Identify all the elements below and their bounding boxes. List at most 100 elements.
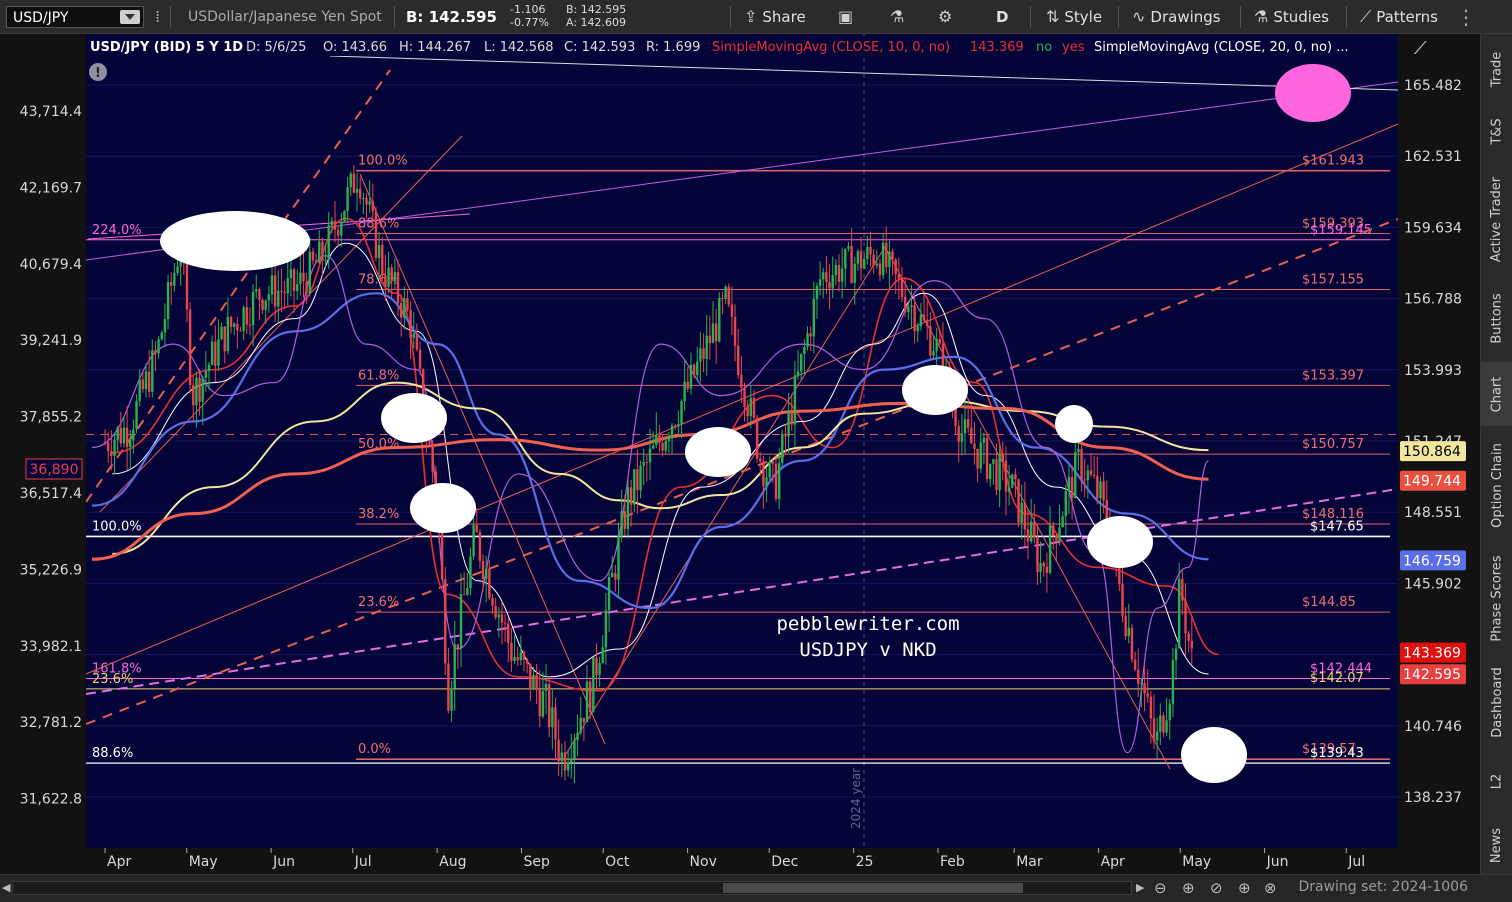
candle-body [1149,696,1153,719]
candle-body [1184,600,1187,634]
candle-body [450,688,453,711]
sidebar-tab-dashboard[interactable]: Dashboard [1481,656,1512,748]
studies-button[interactable]: ⚗ Studies [1254,0,1329,34]
level-price-label: $139.43 [1310,746,1364,761]
zoom-out-icon[interactable]: ⊖ [1154,879,1167,897]
x-axis-tick: May [189,854,218,870]
sidebar-tab-buttons[interactable]: Buttons [1481,278,1512,358]
link-icon[interactable]: ⁞ [155,0,160,34]
more-icon[interactable]: ⋮ [1456,0,1476,34]
style-button[interactable]: ⇅ Style [1046,0,1102,34]
info-icon-glyph: ! [95,66,101,81]
studies-lab-button[interactable]: ⚗ [890,0,909,34]
candle-body [302,272,305,282]
left-axis-tick: 33,982.1 [20,639,82,655]
candle-body [658,435,661,443]
sidebar-tab-active-trader[interactable]: Active Trader [1481,164,1512,274]
candle-body [985,437,989,479]
candle-body [743,387,746,408]
candle-body [116,427,119,440]
zoom-in-icon[interactable]: ⊕ [1182,879,1195,897]
candle-body [787,411,790,437]
candle-body [381,245,384,276]
candle-body [507,623,510,643]
fib-level-label: 0.0% [358,742,391,757]
candle-body [793,375,797,425]
x-axis-tick: Feb [940,854,965,870]
candle-body [491,597,494,606]
price-chart[interactable]: 100.0% $161.94388.6% $159.39378.6% $157.155… [0,34,1480,874]
candle-body [412,333,415,338]
candle-body [781,433,784,463]
candle-body [374,211,378,258]
candle-body [1168,704,1171,721]
scrollbar-thumb[interactable] [723,883,1023,893]
ellipse-annotation-magenta [1275,64,1351,122]
candle-body [551,707,554,728]
candle-body [336,229,340,236]
sidebar-tab-phase-scores[interactable]: Phase Scores [1481,544,1512,652]
candle-body [664,440,667,451]
sidebar-tab-chart[interactable]: Chart [1481,362,1512,426]
candle-body [705,335,708,359]
sidebar-tab-t-s[interactable]: T&S [1481,102,1512,160]
candle-body [488,568,491,598]
candle-body [989,463,992,479]
candle-body [210,341,214,365]
candle-body [223,326,226,352]
scroll-right-icon[interactable]: ▶ [1136,881,1144,894]
crosshair-icon[interactable]: ⊕ [1238,879,1251,897]
ellipse-annotation [410,483,476,533]
ellipse-annotation [902,365,968,415]
sidebar-tab-l2[interactable]: L2 [1481,752,1512,810]
flexible-grid-button[interactable]: ▣ [838,0,858,34]
candle-body [1124,615,1127,637]
candle-body [730,304,734,317]
candle-body [614,572,617,580]
share-button[interactable]: ⇪ Share [744,0,806,34]
level-label: 23.6% [92,672,133,687]
zoom-area-icon[interactable]: ⊘ [1210,879,1223,897]
candle-body [585,681,589,723]
candle-body [173,272,176,286]
candle-body [869,246,872,255]
candle-body [399,303,403,318]
period-button[interactable]: D [996,0,1008,34]
chart-area[interactable]: 100.0% $161.943 88.6% $159.393 78.6% $157.155… [0,34,1480,874]
symbol-selector[interactable]: USD/JPY [6,6,144,28]
legend-sma20[interactable]: SimpleMovingAvg (CLOSE, 20, 0, no) ... [1094,40,1349,55]
settings-button[interactable]: ⚙ [938,0,957,34]
candle-body [138,379,141,401]
chevron-down-icon[interactable] [120,10,140,24]
sidebar-tab-trade[interactable]: Trade [1481,40,1512,98]
time-scrollbar[interactable] [12,881,1132,895]
left-axis-tick: 37,855.2 [20,410,82,426]
drawing-tool-icon[interactable]: ⟋ [1414,38,1427,59]
scroll-left-icon[interactable]: ◀ [2,881,10,894]
candle-body [229,316,233,328]
candle-body [1155,731,1159,741]
right-axis-tick: 159.634 [1404,220,1462,236]
pan-icon[interactable]: ⊗ [1264,879,1277,897]
drawings-button[interactable]: ∿ Drawings [1132,0,1221,34]
share-icon: ⇪ [744,7,758,26]
sidebar-tab-label: T&S [1489,117,1505,145]
divider [1118,6,1119,28]
patterns-button[interactable]: ⟋ Patterns [1360,0,1438,34]
net-change: -1.106 [510,3,546,16]
candle-body [1077,448,1080,453]
sidebar-tab-news[interactable]: News [1481,814,1512,876]
fib-price-label: $150.757 [1302,437,1364,452]
candle-body [510,642,513,662]
candle-body [588,681,592,712]
sidebar-tab-option-chain[interactable]: Option Chain [1481,430,1512,540]
legend-sma10[interactable]: SimpleMovingAvg (CLOSE, 10, 0, no) [712,40,950,55]
candle-body [1092,474,1096,476]
candle-body [129,440,132,447]
candle-body [888,251,891,268]
gear-icon: ⚙ [938,7,953,26]
candle-body [601,647,604,664]
candle-body [311,251,315,261]
candle-body [579,717,582,733]
drawings-icon: ∿ [1132,7,1146,26]
